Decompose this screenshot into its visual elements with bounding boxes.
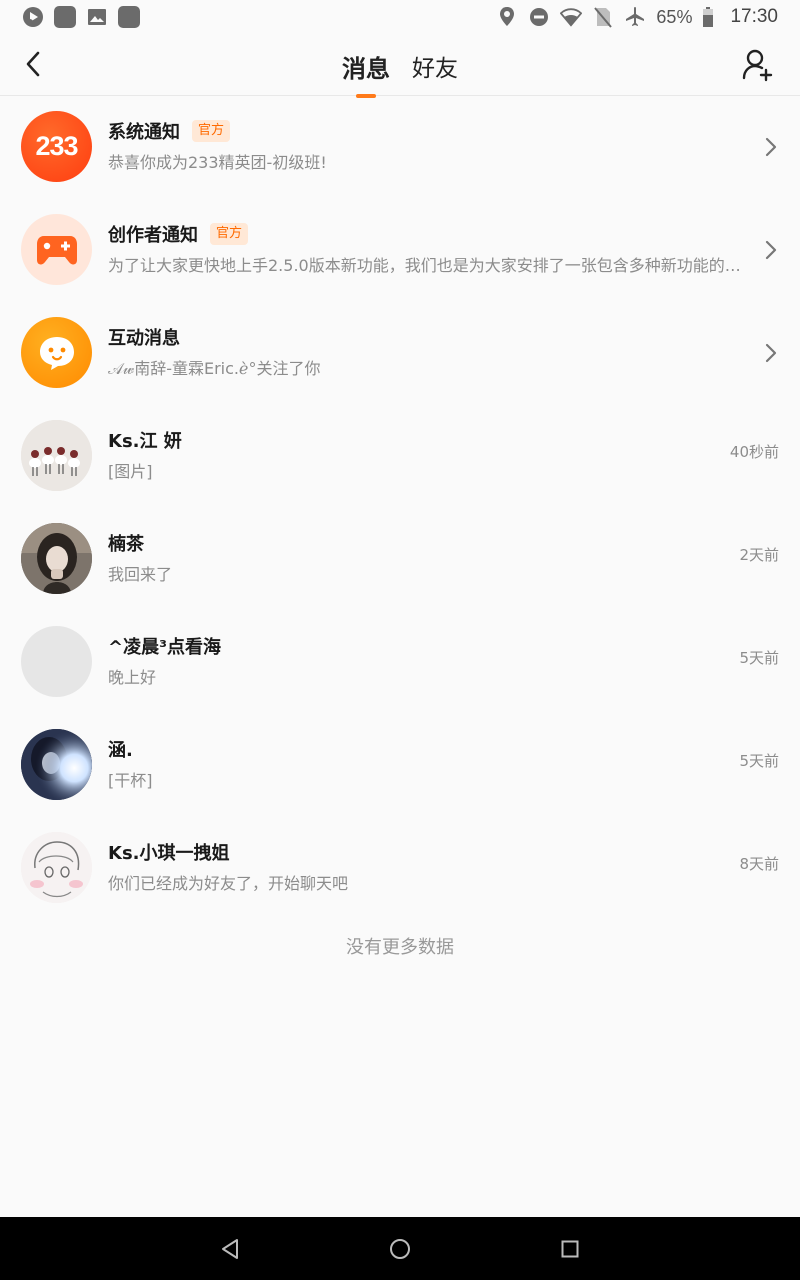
avatar [21,832,92,903]
row-subtitle: 𝒜𝓌南辞-童霖Eric.ℯ̀°关注了你 [108,359,321,378]
tab-messages[interactable]: 消息 [342,47,390,98]
avatar [21,626,92,697]
battery-icon [702,6,714,28]
top-nav: 消息 好友 [0,34,800,98]
tab-bar: 消息 好友 [0,34,800,98]
row-time: 40秒前 [729,443,779,461]
home-circle-icon [390,1238,410,1259]
row-title: 创作者通知 [108,225,198,246]
tab-friends[interactable]: 好友 [412,47,458,83]
no-more-data-label: 没有更多数据 [346,937,454,958]
row-title: 互动消息 [108,328,180,349]
chevron-right-icon [765,240,777,260]
add-user-icon [742,49,773,82]
app-icon [54,6,76,28]
no-sim-icon [592,6,614,28]
chevron-right-icon [765,343,777,363]
row-title: 楠茶 [108,534,144,555]
avatar-233-text: 233 [35,131,78,161]
status-bar: 65% 17:30 [0,0,800,34]
avatar-chat-face [21,317,92,388]
avatar-233-logo: 233 [21,111,92,182]
list-item-chat[interactable]: 涵. [干杯] 5天前 [0,714,800,817]
avatar [21,420,92,491]
row-title: ^凌晨³点看海 [108,637,221,658]
row-title: 系统通知 [108,122,180,143]
nav-home-button[interactable] [383,1232,417,1266]
recents-square-icon [561,1240,579,1257]
official-badge: 官方 [210,223,249,245]
list-item-chat[interactable]: ^凌晨³点看海 晚上好 5天前 [0,611,800,714]
list-item-system-notice[interactable]: 233 系统通知 官方 恭喜你成为233精英团-初级班! [0,96,800,199]
list-item-creator-notice[interactable]: 创作者通知 官方 为了让大家更快地上手2.5.0版本新功能，我们也是为大家安排了… [0,199,800,302]
wifi-icon [560,6,583,28]
system-nav-bar [0,1217,800,1280]
row-time: 8天前 [739,855,779,873]
avatar-gamepad [21,214,92,285]
app-icon [118,6,140,28]
battery-percent: 65% [656,6,693,27]
chat-face-icon [39,336,74,370]
row-title: Ks.小琪一拽姐 [108,843,230,864]
row-subtitle: 我回来了 [108,565,173,584]
message-list: 233 系统通知 官方 恭喜你成为233精英团-初级班! 创作者通知 官方 为了… [0,96,800,920]
status-left-icons [22,6,140,28]
clock: 17:30 [730,6,778,27]
nav-recents-button[interactable] [553,1232,587,1266]
list-item-chat[interactable]: 楠茶 我回来了 2天前 [0,508,800,611]
avatar [21,729,92,800]
nav-back-button[interactable] [213,1232,247,1266]
gamepad-icon [36,235,77,264]
list-item-interaction[interactable]: 互动消息 𝒜𝓌南辞-童霖Eric.ℯ̀°关注了你 [0,302,800,405]
row-subtitle: [干杯] [108,771,153,790]
back-triangle-icon [222,1238,238,1259]
dnd-icon [528,6,550,28]
row-subtitle: 为了让大家更快地上手2.5.0版本新功能，我们也是为大家安排了一张包含多种新功能… [108,256,748,275]
official-badge: 官方 [192,120,231,142]
airplane-icon [624,6,646,28]
add-friend-button[interactable] [742,48,774,82]
row-subtitle: [图片] [108,462,153,481]
record-icon [22,6,44,28]
row-subtitle: 你们已经成为好友了，开始聊天吧 [108,874,349,893]
status-right-icons: 65% 17:30 [496,6,778,28]
row-subtitle: 恭喜你成为233精英团-初级班! [108,153,327,172]
row-time: 5天前 [739,649,779,667]
row-time: 5天前 [739,752,779,770]
chevron-right-icon [765,137,777,157]
list-item-chat[interactable]: Ks.江 妍 [图片] 40秒前 [0,405,800,508]
row-title: 涵. [108,740,133,761]
row-time: 2天前 [739,546,779,564]
image-icon [86,6,108,28]
location-icon [496,6,518,28]
row-subtitle: 晚上好 [108,668,157,687]
avatar [21,523,92,594]
row-title: Ks.江 妍 [108,431,182,452]
list-item-chat[interactable]: Ks.小琪一拽姐 你们已经成为好友了，开始聊天吧 8天前 [0,817,800,920]
